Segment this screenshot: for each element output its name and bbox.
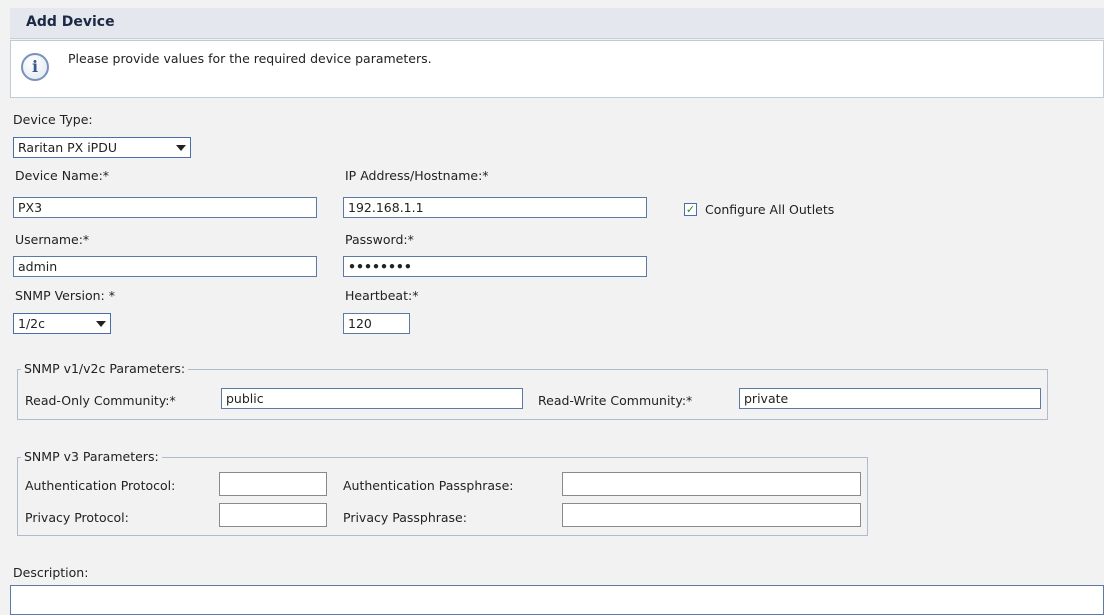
auth-passphrase-input[interactable] — [562, 472, 861, 496]
privacy-passphrase-label: Privacy Passphrase: — [343, 510, 467, 525]
read-write-community-input[interactable]: private — [739, 388, 1041, 409]
ip-address-label: IP Address/Hostname:* — [345, 168, 489, 183]
device-name-label: Device Name:* — [15, 168, 110, 183]
configure-outlets-checkbox[interactable]: ✓ — [684, 203, 697, 216]
privacy-passphrase-input[interactable] — [562, 503, 861, 527]
description-label: Description: — [13, 565, 89, 580]
heartbeat-label: Heartbeat:* — [345, 288, 419, 303]
info-message-text: Please provide values for the required d… — [68, 51, 432, 66]
device-type-value: Raritan PX iPDU — [18, 140, 117, 155]
device-type-select[interactable]: Raritan PX iPDU — [13, 137, 191, 158]
read-write-community-label: Read-Write Community:* — [538, 393, 693, 408]
privacy-protocol-label: Privacy Protocol: — [25, 510, 129, 525]
auth-passphrase-label: Authentication Passphrase: — [343, 478, 514, 493]
username-input[interactable]: admin — [13, 256, 317, 277]
snmp-version-select[interactable]: 1/2c — [13, 313, 111, 334]
auth-protocol-input[interactable] — [219, 472, 327, 496]
chevron-down-icon — [176, 145, 186, 151]
dialog-title: Add Device — [26, 14, 115, 30]
heartbeat-input[interactable]: 120 — [343, 313, 410, 334]
info-message-box: i Please provide values for the required… — [10, 40, 1104, 98]
dialog-title-bar: Add Device — [10, 8, 1104, 39]
username-label: Username:* — [15, 232, 90, 247]
snmp-version-value: 1/2c — [18, 316, 45, 331]
password-label: Password:* — [345, 232, 414, 247]
device-name-input[interactable]: PX3 — [13, 197, 317, 218]
privacy-protocol-input[interactable] — [219, 503, 327, 527]
chevron-down-icon — [96, 321, 106, 327]
password-input[interactable]: •••••••• — [343, 256, 647, 277]
configure-outlets-label: Configure All Outlets — [705, 202, 835, 217]
auth-protocol-label: Authentication Protocol: — [25, 478, 176, 493]
device-type-label: Device Type: — [13, 112, 93, 127]
snmp-version-label: SNMP Version: * — [15, 288, 115, 303]
read-only-community-input[interactable]: public — [221, 388, 523, 409]
ip-address-input[interactable]: 192.168.1.1 — [343, 197, 647, 218]
snmp-v1v2c-legend: SNMP v1/v2c Parameters: — [21, 361, 189, 376]
read-only-community-label: Read-Only Community:* — [25, 393, 176, 408]
description-textarea[interactable] — [10, 585, 1104, 615]
snmp-v3-legend: SNMP v3 Parameters: — [21, 449, 162, 464]
info-icon: i — [21, 53, 49, 81]
